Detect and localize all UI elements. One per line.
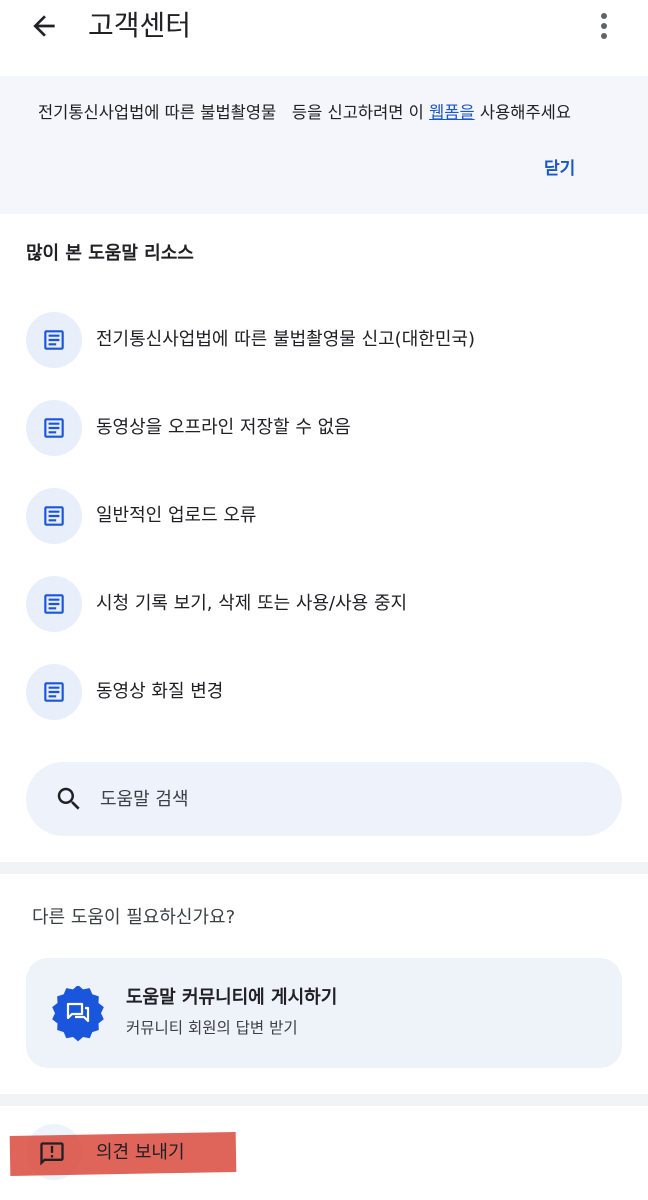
resource-item[interactable]: 전기통신사업법에 따른 불법촬영물 신고(대한민국) bbox=[0, 300, 648, 380]
article-icon-circle bbox=[26, 488, 82, 544]
article-icon bbox=[44, 506, 64, 526]
banner-message: 전기통신사업법에 따른 불법촬영물 등을 신고하려면 이 웹폼을 사용해주세요 bbox=[38, 100, 571, 126]
community-title: 도움말 커뮤니티에 게시하기 bbox=[126, 987, 338, 1008]
article-icon bbox=[44, 418, 64, 438]
more-vert-icon bbox=[601, 13, 607, 39]
article-icon-circle bbox=[26, 664, 82, 720]
article-icon-circle bbox=[26, 576, 82, 632]
notice-banner: 전기통신사업법에 따른 불법촬영물 등을 신고하려면 이 웹폼을 사용해주세요 … bbox=[0, 76, 648, 214]
webform-link[interactable]: 웹폼을 bbox=[429, 103, 475, 122]
article-icon bbox=[44, 594, 64, 614]
section-divider bbox=[0, 862, 648, 874]
popular-resources-title: 많이 본 도움말 리소스 bbox=[26, 243, 194, 264]
resource-item[interactable]: 일반적인 업로드 오류 bbox=[0, 476, 648, 556]
section-divider bbox=[0, 1094, 648, 1106]
resource-item[interactable]: 동영상 화질 변경 bbox=[0, 652, 648, 732]
help-center-page: 고객센터 전기통신사업법에 따른 불법촬영물 등을 신고하려면 이 웹폼을 사용… bbox=[0, 0, 648, 1200]
search-input[interactable] bbox=[100, 782, 580, 816]
resource-label: 전기통신사업법에 따른 불법촬영물 신고(대한민국) bbox=[96, 329, 475, 350]
resource-item[interactable]: 동영상을 오프라인 저장할 수 없음 bbox=[0, 388, 648, 468]
resource-item[interactable]: 시청 기록 보기, 삭제 또는 사용/사용 중지 bbox=[0, 564, 648, 644]
community-post-card[interactable]: 도움말 커뮤니티에 게시하기 커뮤니티 회원의 답변 받기 bbox=[26, 958, 622, 1068]
resource-label: 동영상 화질 변경 bbox=[96, 681, 224, 702]
article-icon-circle bbox=[26, 400, 82, 456]
resource-label: 일반적인 업로드 오류 bbox=[96, 505, 257, 526]
help-search-bar[interactable] bbox=[26, 762, 622, 836]
feedback-icon bbox=[40, 1142, 64, 1166]
back-button[interactable] bbox=[26, 8, 62, 44]
banner-text-before: 전기통신사업법에 따른 불법촬영물 등을 신고하려면 이 bbox=[38, 103, 430, 122]
resource-label: 동영상을 오프라인 저장할 수 없음 bbox=[96, 417, 351, 438]
article-icon bbox=[44, 682, 64, 702]
banner-text-after: 사용해주세요 bbox=[474, 103, 571, 122]
arrow-back-icon bbox=[33, 15, 55, 37]
resource-label: 시청 기록 보기, 삭제 또는 사용/사용 중지 bbox=[96, 593, 408, 614]
app-header: 고객센터 bbox=[0, 0, 648, 56]
more-help-title: 다른 도움이 필요하신가요? bbox=[32, 907, 236, 928]
banner-close-button[interactable]: 닫기 bbox=[544, 156, 575, 182]
page-title: 고객센터 bbox=[88, 9, 192, 42]
community-subtitle: 커뮤니티 회원의 답변 받기 bbox=[126, 1019, 298, 1037]
feedback-label[interactable]: 의견 보내기 bbox=[96, 1139, 185, 1167]
forum-icon bbox=[52, 986, 104, 1042]
article-icon-circle bbox=[26, 312, 82, 368]
article-icon bbox=[44, 330, 64, 350]
search-icon bbox=[57, 787, 80, 810]
more-options-button[interactable] bbox=[588, 8, 620, 44]
